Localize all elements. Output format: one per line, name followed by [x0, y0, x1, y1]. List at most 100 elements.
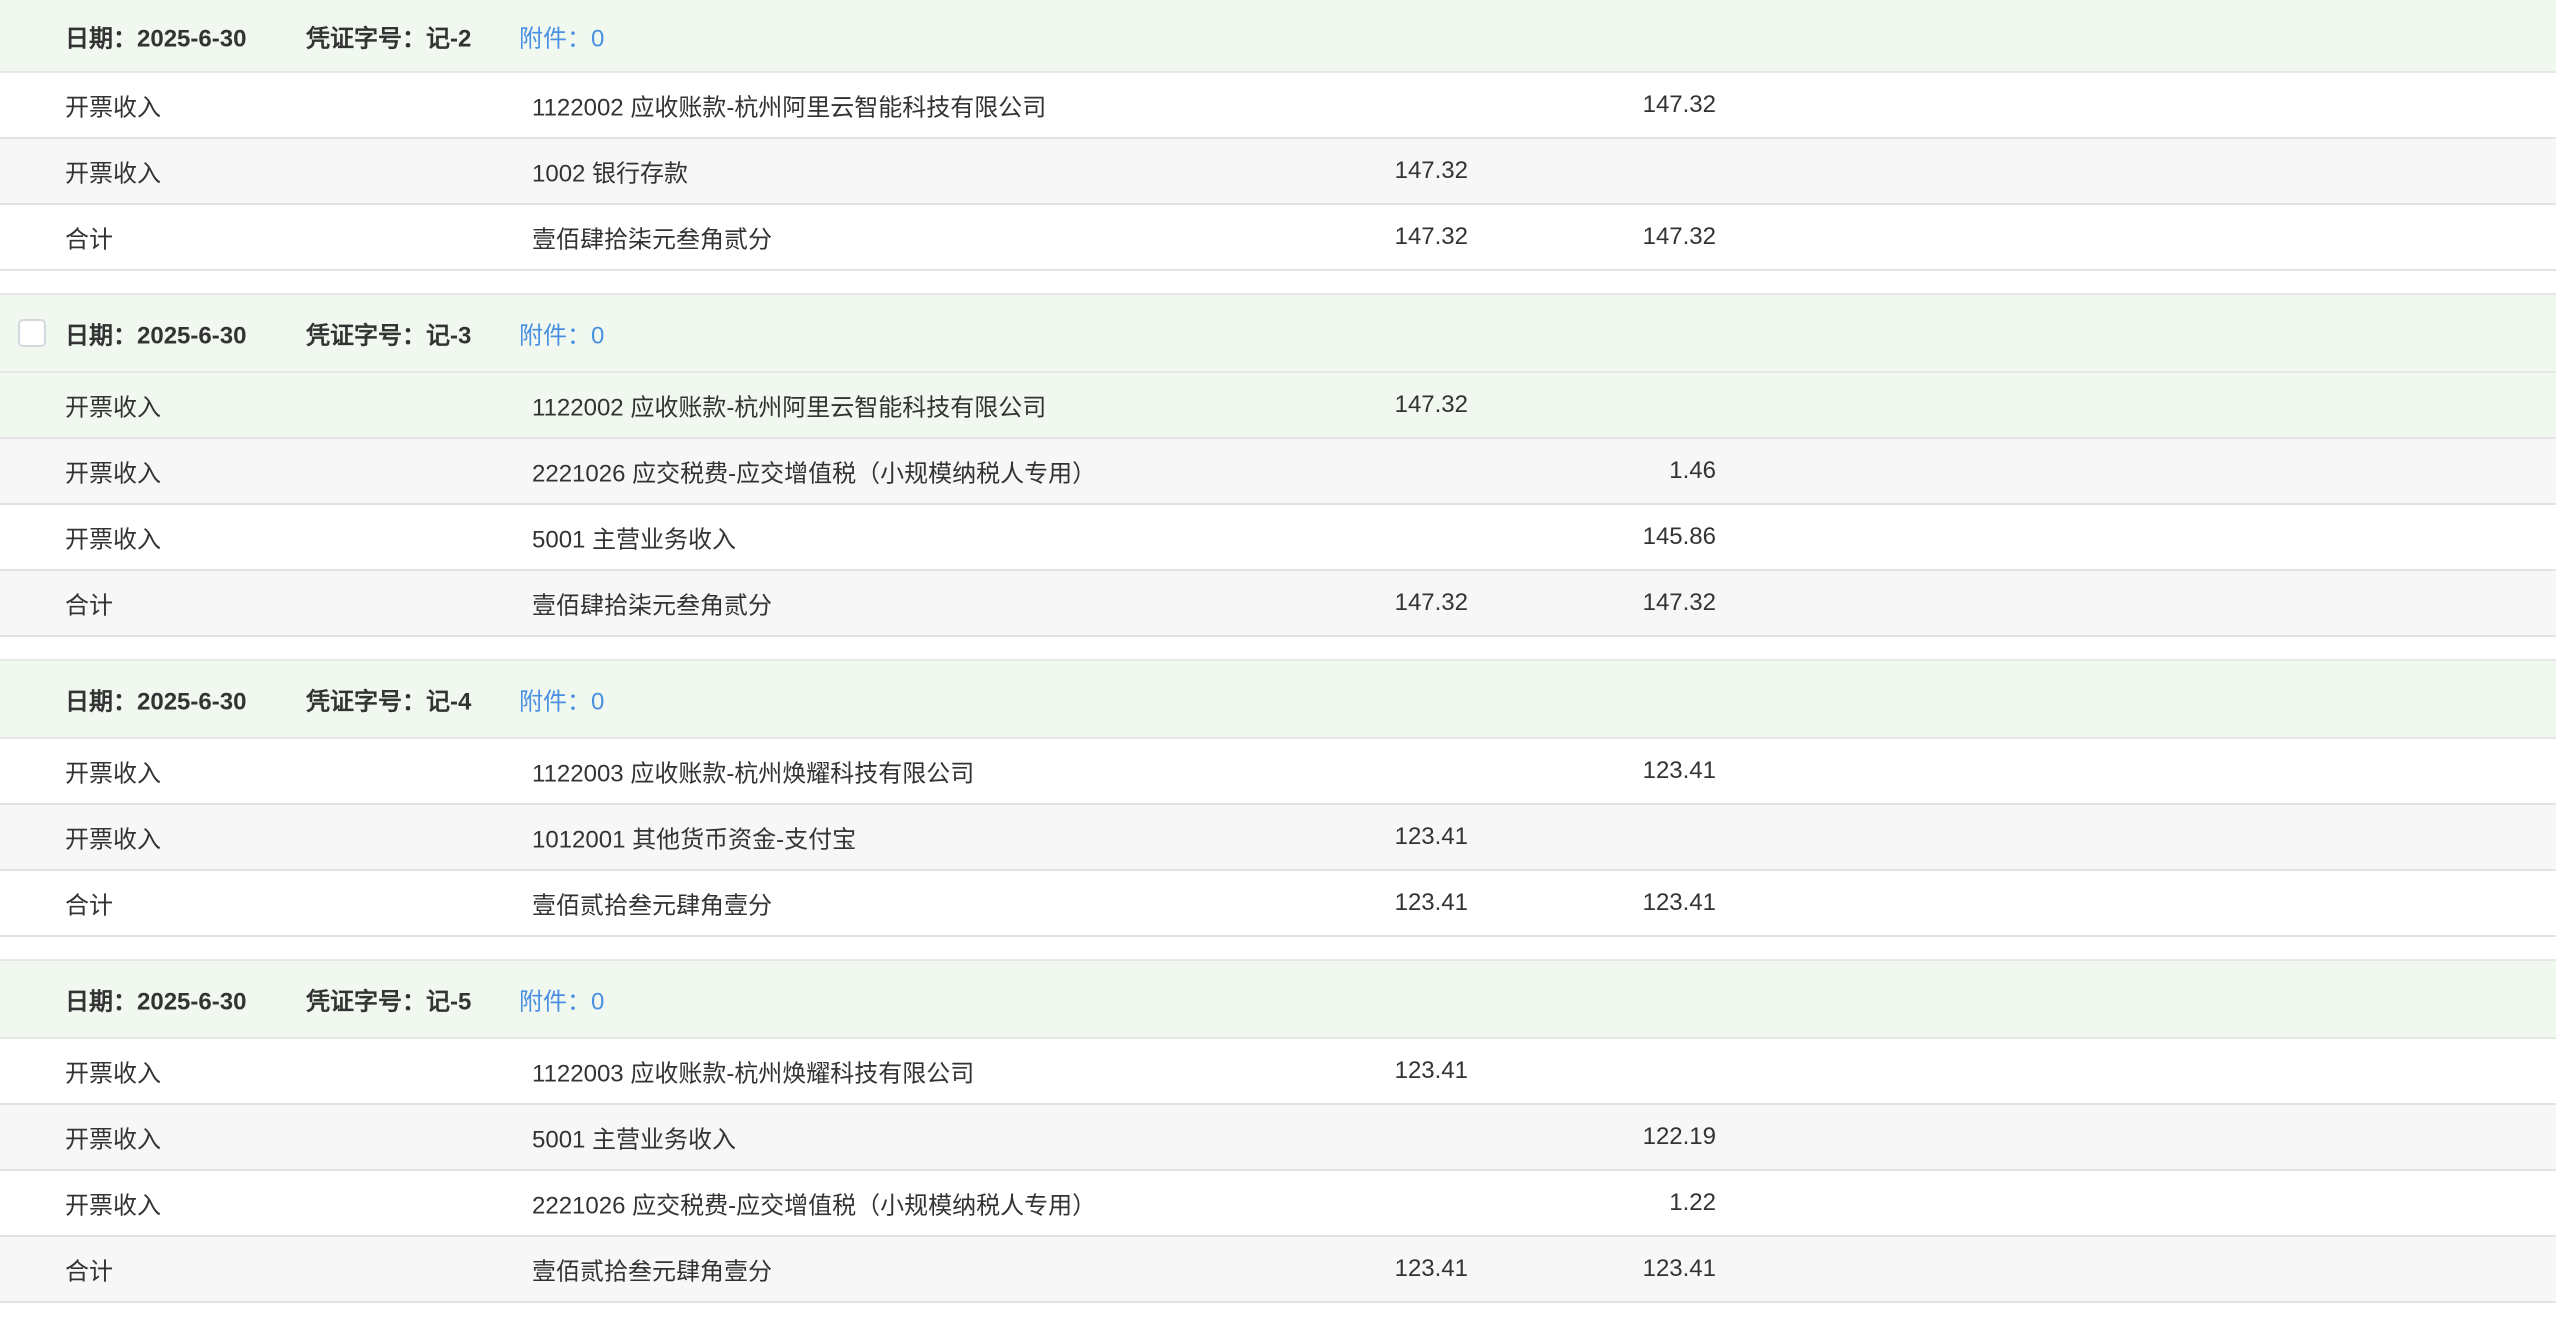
- date-value: 2025-6-30: [137, 688, 247, 716]
- entry-credit-amount: 147.32: [1642, 589, 1716, 616]
- entry-summary: 开票收入: [65, 526, 161, 554]
- voucher-number-value: 记-4: [426, 688, 472, 716]
- voucher-number: 凭证字号：记-2: [306, 18, 471, 53]
- voucher-header: 日期：2025-6-30 凭证字号：记-5 附件：0: [0, 959, 2556, 1039]
- entry-account: 1122003 应收账款-杭州焕耀科技有限公司: [532, 1060, 975, 1088]
- voucher-number-label: 凭证字号：: [306, 322, 426, 350]
- entry-summary: 开票收入: [65, 94, 161, 122]
- voucher-block: 日期：2025-6-30 凭证字号：记-4 附件：0 开票收入 1122003 应收账款…: [0, 659, 2556, 937]
- entry-credit-amount: 1.22: [1669, 1189, 1716, 1216]
- attachment-count: 0: [591, 322, 605, 350]
- date-label: 日期：: [65, 688, 137, 716]
- voucher-header: 日期：2025-6-30 凭证字号：记-2 附件：0: [0, 0, 2556, 73]
- voucher-select-checkbox[interactable]: [18, 319, 46, 347]
- entry-summary: 合计: [65, 226, 113, 254]
- entry-summary: 开票收入: [65, 826, 161, 854]
- attachment-label: 附件：: [519, 25, 591, 52]
- date-label: 日期：: [65, 25, 137, 52]
- entry-debit-amount: 147.32: [1394, 589, 1468, 616]
- entry-summary: 开票收入: [65, 160, 161, 188]
- entry-account: 壹佰贰拾叁元肆角壹分: [532, 1258, 772, 1286]
- entry-row[interactable]: 开票收入 1002 银行存款 147.32: [0, 139, 2556, 205]
- entry-row[interactable]: 开票收入 1012001 其他货币资金-支付宝 123.41: [0, 805, 2556, 871]
- entry-row[interactable]: 开票收入 2221026 应交税费-应交增值税（小规模纳税人专用） 1.22: [0, 1171, 2556, 1237]
- total-row[interactable]: 合计 壹佰肆拾柒元叁角贰分 147.32 147.32: [0, 205, 2556, 271]
- entry-row[interactable]: 开票收入 1122002 应收账款-杭州阿里云智能科技有限公司 147.32: [0, 73, 2556, 139]
- entry-credit-amount: 145.86: [1642, 523, 1716, 550]
- attachment-count: 0: [591, 988, 605, 1016]
- entry-account: 壹佰肆拾柒元叁角贰分: [532, 226, 772, 254]
- entry-summary: 合计: [65, 592, 113, 620]
- entry-account: 壹佰贰拾叁元肆角壹分: [532, 892, 772, 920]
- entry-summary: 开票收入: [65, 1126, 161, 1154]
- voucher-number: 凭证字号：记-3: [306, 316, 471, 351]
- voucher-list: 日期：2025-6-30 凭证字号：记-2 附件：0 开票收入 1122002 应收账款…: [0, 0, 2556, 1303]
- entry-account: 1122003 应收账款-杭州焕耀科技有限公司: [532, 760, 975, 788]
- voucher-date: 日期：2025-6-30: [65, 18, 246, 53]
- entry-credit-amount: 147.32: [1642, 91, 1716, 118]
- entry-credit-amount: 123.41: [1642, 889, 1716, 916]
- attachment-link[interactable]: 附件：0: [519, 982, 604, 1017]
- attachment-link[interactable]: 附件：0: [519, 316, 604, 351]
- entry-summary: 开票收入: [65, 460, 161, 488]
- voucher-block: 日期：2025-6-30 凭证字号：记-2 附件：0 开票收入 1122002 应收账款…: [0, 0, 2556, 271]
- total-row[interactable]: 合计 壹佰肆拾柒元叁角贰分 147.32 147.32: [0, 571, 2556, 637]
- total-row[interactable]: 合计 壹佰贰拾叁元肆角壹分 123.41 123.41: [0, 871, 2556, 937]
- entry-credit-amount: 1.46: [1669, 457, 1716, 484]
- voucher-number: 凭证字号：记-5: [306, 982, 471, 1017]
- entry-summary: 合计: [65, 892, 113, 920]
- entry-summary: 开票收入: [65, 1192, 161, 1220]
- entry-row[interactable]: 开票收入 1122002 应收账款-杭州阿里云智能科技有限公司 147.32: [0, 373, 2556, 439]
- entry-credit-amount: 123.41: [1642, 1255, 1716, 1282]
- voucher-number-label: 凭证字号：: [306, 688, 426, 716]
- total-row[interactable]: 合计 壹佰贰拾叁元肆角壹分 123.41 123.41: [0, 1237, 2556, 1303]
- voucher-header: 日期：2025-6-30 凭证字号：记-4 附件：0: [0, 659, 2556, 739]
- entry-row[interactable]: 开票收入 1122003 应收账款-杭州焕耀科技有限公司 123.41: [0, 739, 2556, 805]
- entry-row[interactable]: 开票收入 5001 主营业务收入 145.86: [0, 505, 2556, 571]
- attachment-link[interactable]: 附件：0: [519, 18, 604, 53]
- entry-debit-amount: 123.41: [1394, 1057, 1468, 1084]
- entry-account: 5001 主营业务收入: [532, 1126, 737, 1154]
- date-value: 2025-6-30: [137, 25, 247, 52]
- voucher-number-value: 记-5: [426, 988, 472, 1016]
- entry-row[interactable]: 开票收入 2221026 应交税费-应交增值税（小规模纳税人专用） 1.46: [0, 439, 2556, 505]
- entry-summary: 开票收入: [65, 760, 161, 788]
- voucher-date: 日期：2025-6-30: [65, 682, 246, 717]
- voucher-number-value: 记-2: [426, 25, 472, 52]
- attachment-count: 0: [591, 688, 605, 716]
- date-value: 2025-6-30: [137, 988, 247, 1016]
- entry-account: 1002 银行存款: [532, 160, 689, 188]
- entry-account: 2221026 应交税费-应交增值税（小规模纳税人专用）: [532, 460, 1097, 488]
- voucher-block: 日期：2025-6-30 凭证字号：记-3 附件：0 开票收入 1122002 应收账款…: [0, 293, 2556, 637]
- entry-debit-amount: 123.41: [1394, 889, 1468, 916]
- entry-account: 1012001 其他货币资金-支付宝: [532, 826, 857, 854]
- attachment-count: 0: [591, 25, 605, 52]
- entry-account: 2221026 应交税费-应交增值税（小规模纳税人专用）: [532, 1192, 1097, 1220]
- entry-account: 壹佰肆拾柒元叁角贰分: [532, 592, 772, 620]
- entry-row[interactable]: 开票收入 1122003 应收账款-杭州焕耀科技有限公司 123.41: [0, 1039, 2556, 1105]
- date-value: 2025-6-30: [137, 322, 247, 350]
- attachment-label: 附件：: [519, 322, 591, 350]
- entry-summary: 开票收入: [65, 394, 161, 422]
- entry-account: 1122002 应收账款-杭州阿里云智能科技有限公司: [532, 394, 1047, 422]
- voucher-date: 日期：2025-6-30: [65, 316, 246, 351]
- date-label: 日期：: [65, 988, 137, 1016]
- voucher-header: 日期：2025-6-30 凭证字号：记-3 附件：0: [0, 293, 2556, 373]
- attachment-link[interactable]: 附件：0: [519, 682, 604, 717]
- entry-debit-amount: 147.32: [1394, 223, 1468, 250]
- entry-credit-amount: 147.32: [1642, 223, 1716, 250]
- voucher-block: 日期：2025-6-30 凭证字号：记-5 附件：0 开票收入 1122003 应收账款…: [0, 959, 2556, 1303]
- entry-credit-amount: 122.19: [1642, 1123, 1716, 1150]
- date-label: 日期：: [65, 322, 137, 350]
- voucher-number: 凭证字号：记-4: [306, 682, 471, 717]
- voucher-number-value: 记-3: [426, 322, 472, 350]
- attachment-label: 附件：: [519, 988, 591, 1016]
- entry-account: 1122002 应收账款-杭州阿里云智能科技有限公司: [532, 94, 1047, 122]
- entry-account: 5001 主营业务收入: [532, 526, 737, 554]
- attachment-label: 附件：: [519, 688, 591, 716]
- entry-summary: 开票收入: [65, 1060, 161, 1088]
- entry-credit-amount: 123.41: [1642, 757, 1716, 784]
- entry-debit-amount: 147.32: [1394, 391, 1468, 418]
- voucher-date: 日期：2025-6-30: [65, 982, 246, 1017]
- entry-row[interactable]: 开票收入 5001 主营业务收入 122.19: [0, 1105, 2556, 1171]
